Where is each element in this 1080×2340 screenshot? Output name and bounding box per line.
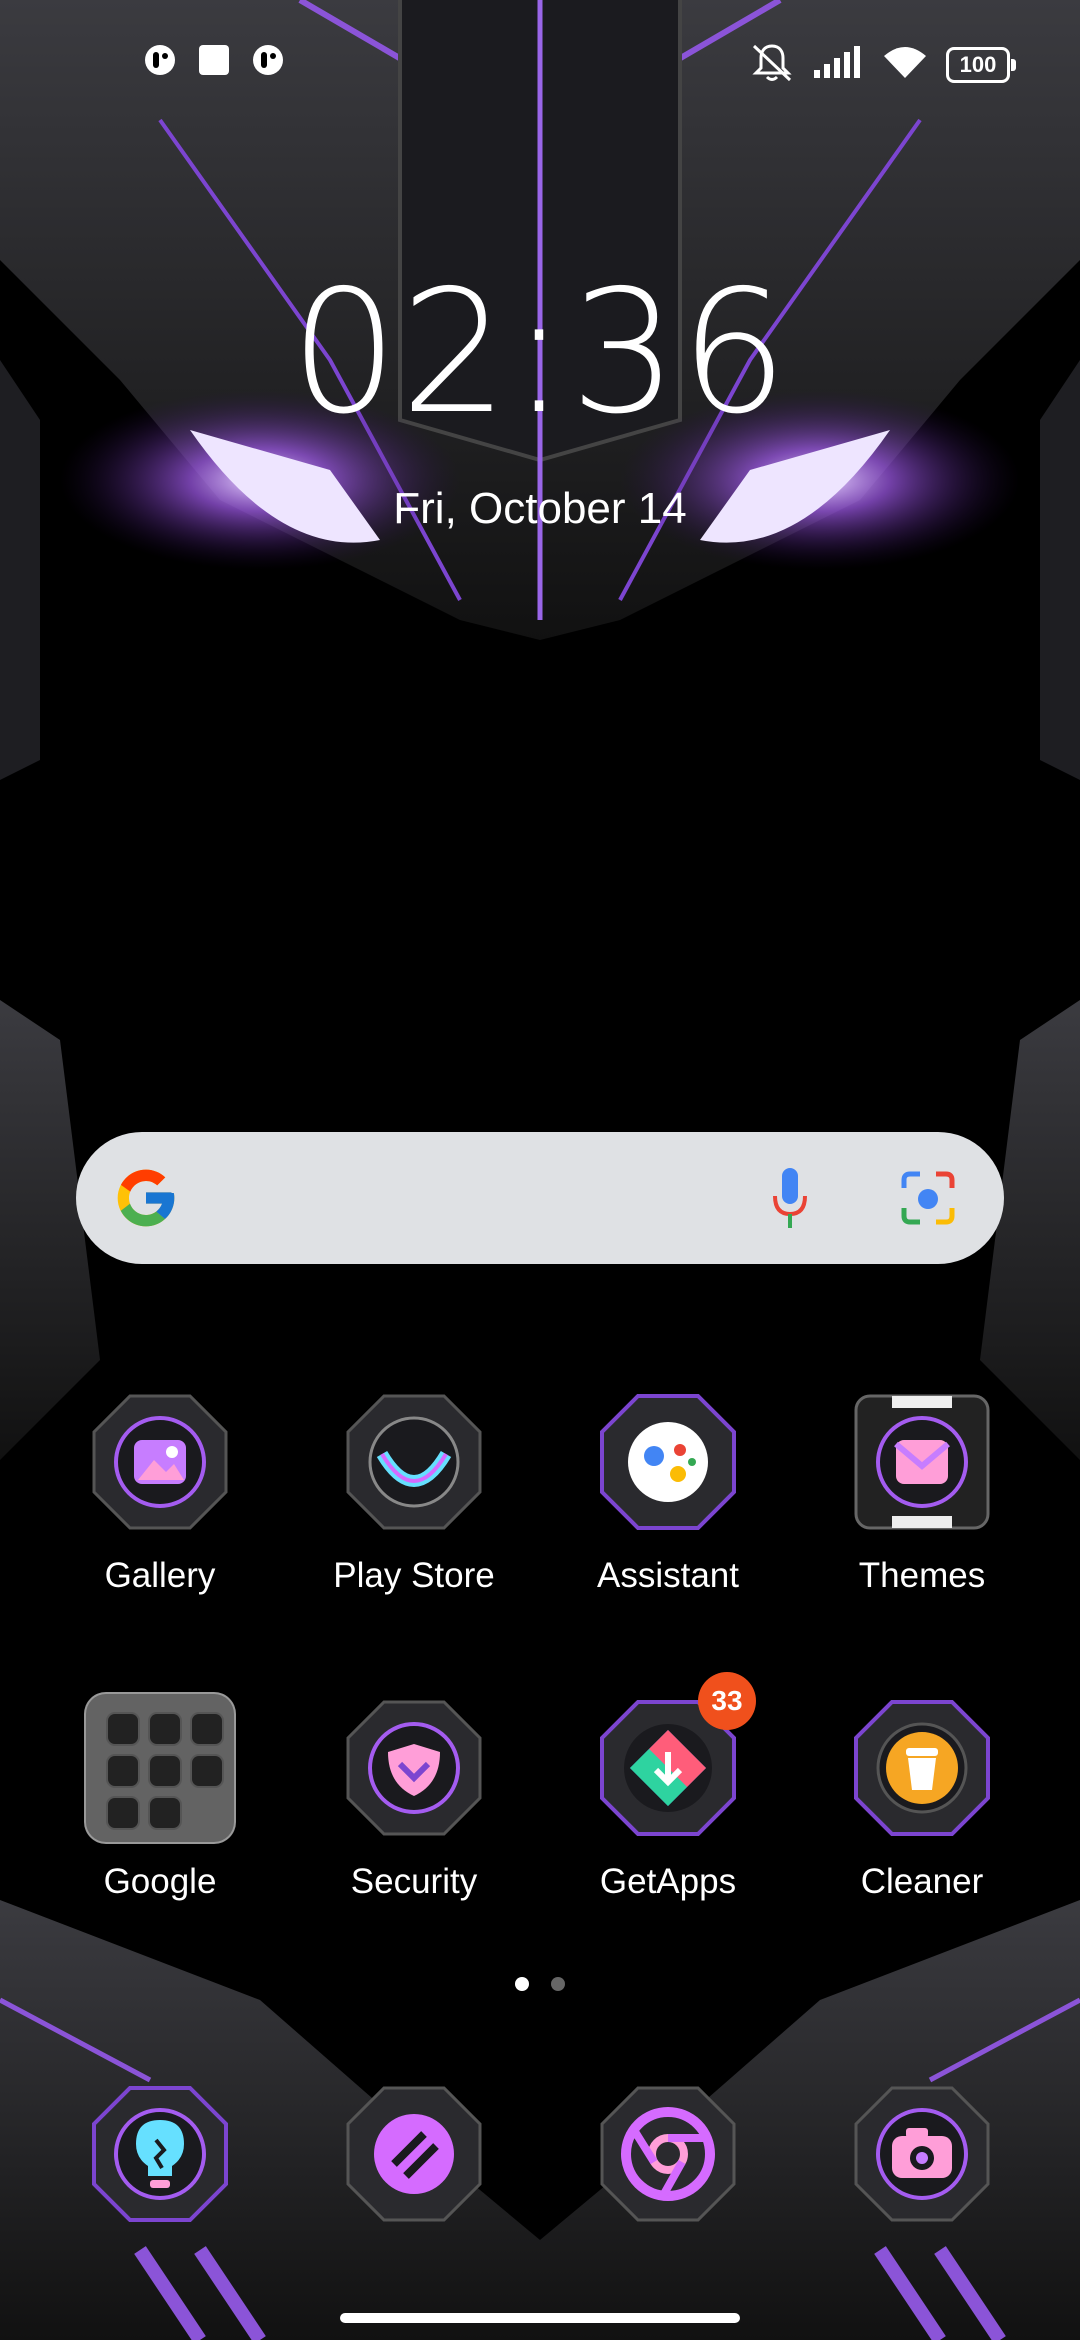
clock-time[interactable]: 02:36 [0,258,1080,448]
page-dot-active [515,1977,529,1991]
dock-chrome[interactable] [548,2084,788,2224]
silent-bell-icon [750,42,794,87]
app-label: Google [103,1862,217,1901]
assistant-icon [598,1392,738,1532]
page-indicator [0,1977,1080,1991]
dock-notes[interactable] [294,2084,534,2224]
screen-record-icon [198,44,230,76]
play-store-icon [344,1392,484,1532]
page-dot [551,1977,565,1991]
clock-date[interactable]: Fri, October 14 [0,484,1080,534]
gallery-icon [90,1392,230,1532]
dock-camera[interactable] [802,2084,1042,2224]
getapps-icon: 33 [598,1672,756,1838]
security-icon [344,1698,484,1838]
app-label: Assistant [597,1556,739,1595]
notes-icon [344,2084,484,2224]
lens-camera-icon[interactable] [898,1168,958,1228]
battery-icon: 100 [946,46,1016,83]
app-label: Security [350,1862,478,1901]
google-folder-icon [84,1692,236,1844]
app-label: Play Store [333,1556,495,1595]
chrome-icon [598,2084,738,2224]
notification-app-icon [252,44,284,76]
app-label: Gallery [104,1556,216,1595]
mic-icon[interactable] [770,1166,810,1232]
app-getapps[interactable]: 33 GetApps [548,1672,788,1902]
app-cleaner[interactable]: Cleaner [802,1698,1042,1902]
status-bar: 100 [0,38,1080,88]
app-label: Themes [858,1556,986,1595]
notification-badge: 33 [698,1672,756,1730]
cleaner-icon [852,1698,992,1838]
app-themes[interactable]: Themes [802,1392,1042,1596]
app-play-store[interactable]: Play Store [294,1392,534,1596]
tips-bulb-icon [90,2084,230,2224]
gesture-home-bar[interactable] [340,2313,740,2323]
app-assistant[interactable]: Assistant [548,1392,788,1596]
app-label: GetApps [599,1862,737,1901]
signal-icon [812,44,864,85]
app-google-folder[interactable]: Google [40,1692,280,1902]
app-gallery[interactable]: Gallery [40,1392,280,1596]
app-security[interactable]: Security [294,1698,534,1902]
dock-tips[interactable] [40,2084,280,2224]
wifi-icon [882,44,928,85]
camera-icon [852,2084,992,2224]
app-label: Cleaner [860,1862,984,1901]
notification-app-icon [144,44,176,76]
themes-icon [852,1392,992,1532]
google-g-icon [117,1169,175,1227]
google-search-bar[interactable] [76,1132,1004,1264]
